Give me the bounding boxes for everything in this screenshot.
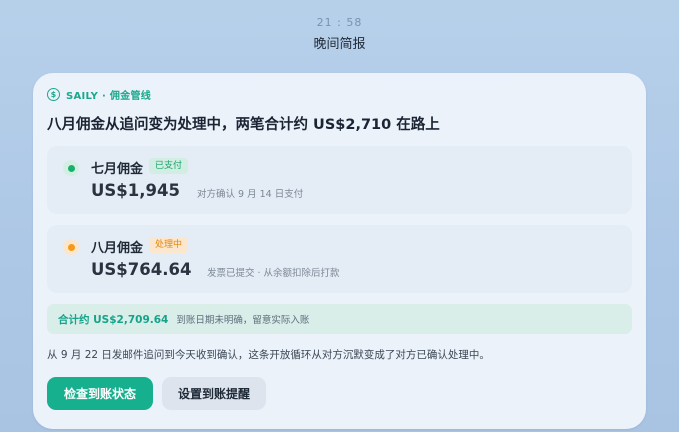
summary-note: 到账日期未明确，留意实际入账 <box>176 315 310 326</box>
commission-item-july[interactable]: 七月佣金 已支付 US$1,945 对方确认 9 月 14 日支付 <box>47 146 632 214</box>
app-header: $ SAILY · 佣金管线 <box>47 87 151 102</box>
status-badge: 已支付 <box>149 158 189 174</box>
status-dot-paid-icon <box>63 160 79 176</box>
commission-item-august[interactable]: 八月佣金 处理中 US$764.64 发票已提交 · 从余额扣除后打款 <box>47 225 632 293</box>
status-badge: 处理中 <box>149 237 189 253</box>
notification-card[interactable]: $ SAILY · 佣金管线 八月佣金从追问变为处理中，两笔合计约 US$2,7… <box>33 73 646 429</box>
status-dot-processing-icon <box>63 239 79 255</box>
briefing-title: 晚间简报 <box>313 37 366 52</box>
total-summary: 合计约 US$2,709.64 到账日期未明确，留意实际入账 <box>47 304 632 334</box>
app-name: SAILY · 佣金管线 <box>66 91 152 102</box>
summary-total: 合计约 US$2,709.64 <box>58 313 169 326</box>
item-note: 对方确认 9 月 14 日支付 <box>197 189 304 200</box>
item-note: 发票已提交 · 从余额扣除后打款 <box>207 268 340 279</box>
notification-body: 从 9 月 22 日发邮件追问到今天收到确认，这条开放循环从对方沉默变成了对方已… <box>47 349 490 361</box>
check-arrival-status-button[interactable]: 检查到账状态 <box>47 377 153 410</box>
notification-headline: 八月佣金从追问变为处理中，两笔合计约 US$2,710 在路上 <box>47 117 440 133</box>
item-amount: US$764.64 <box>91 260 192 279</box>
dollar-circle-icon: $ <box>47 88 60 101</box>
status-time: 21 : 58 <box>316 16 363 29</box>
item-title: 八月佣金 <box>91 241 144 256</box>
item-title: 七月佣金 <box>91 162 144 177</box>
item-amount: US$1,945 <box>91 181 180 200</box>
set-arrival-reminder-button[interactable]: 设置到账提醒 <box>162 377 266 410</box>
